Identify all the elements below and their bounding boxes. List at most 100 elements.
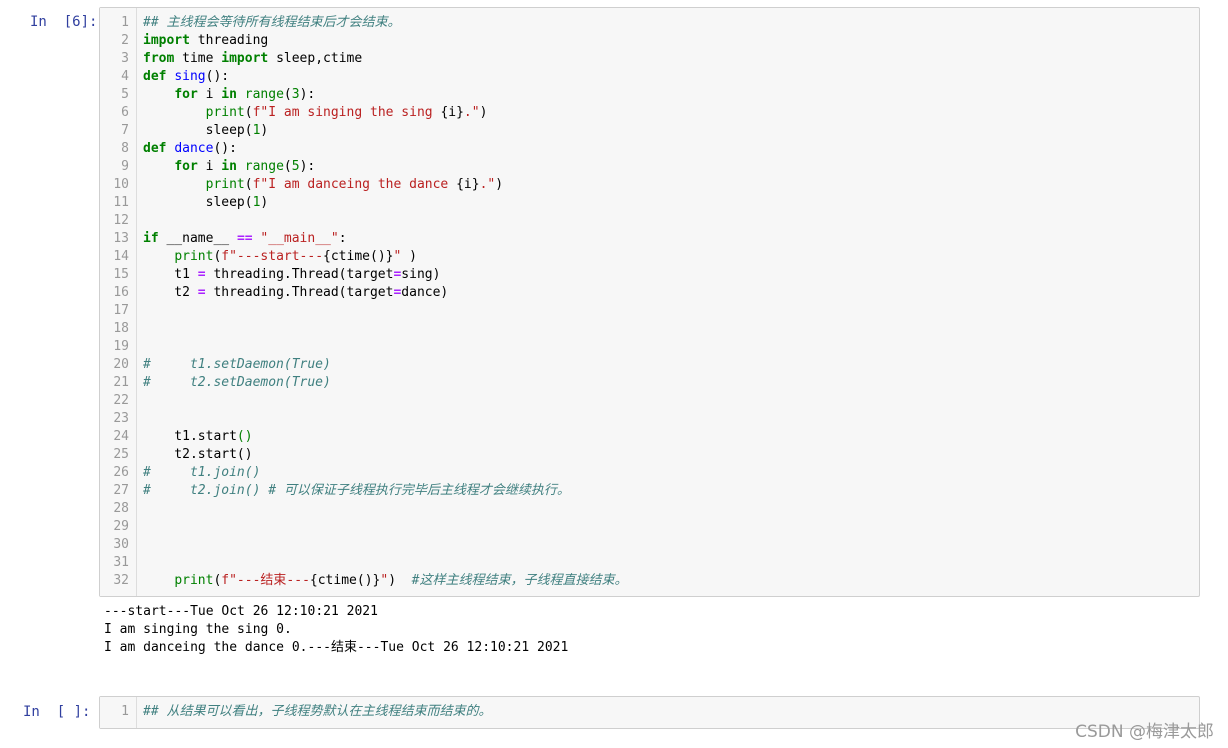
code-token: print: [174, 573, 214, 588]
code-line[interactable]: 23: [100, 410, 1190, 428]
code-line[interactable]: 27 # t2.join() # 可以保证子线程执行完毕后主线程才会继续执行。: [100, 482, 1190, 500]
code-line[interactable]: 4 def sing():: [100, 68, 1190, 86]
output-line: ---start---Tue Oct 26 12:10:21 2021: [104, 604, 378, 619]
code-token: range: [244, 159, 284, 174]
code-text: def sing():: [143, 68, 229, 86]
line-number: 28: [113, 501, 129, 516]
code-token: __name__: [158, 231, 237, 246]
code-text: t1 = threading.Thread(target=sing): [143, 266, 440, 284]
line-number: 17: [113, 303, 129, 318]
code-text: # t2.setDaemon(True): [143, 374, 331, 392]
line-number: 31: [113, 555, 129, 570]
code-token: {ctime()}: [323, 249, 394, 264]
code-line[interactable]: 1 ## 从结果可以看出，子线程势默认在主线程结束而结束的。: [100, 703, 1190, 721]
code-cell-1-editor[interactable]: 1 ## 主线程会等待所有线程结束后才会结束。 2 import threading 3…: [99, 7, 1200, 597]
code-token: # t1.join(): [143, 465, 261, 480]
code-token: threading: [189, 33, 269, 48]
code-line[interactable]: 17: [100, 302, 1190, 320]
code-token: (: [283, 159, 292, 174]
code-token: sleep,ctime: [268, 51, 363, 66]
code-token: ==: [236, 231, 253, 246]
code-token: import: [221, 51, 269, 66]
code-line[interactable]: 18: [100, 320, 1190, 338]
line-number: 18: [113, 321, 129, 336]
code-line[interactable]: 13 if __name__ == "__main__":: [100, 230, 1190, 248]
code-token: :: [338, 231, 347, 246]
code-line[interactable]: 3 from time import sleep,ctime: [100, 50, 1190, 68]
line-number: 2: [121, 33, 129, 48]
code-token: for: [174, 87, 198, 102]
code-line[interactable]: 9 for i in range(5):: [100, 158, 1190, 176]
code-token: f"I am singing the sing: [252, 105, 441, 120]
code-token: if: [143, 231, 159, 246]
code-token: f"---start---: [221, 249, 324, 264]
code-token: print: [174, 249, 214, 264]
code-text: t1.start(): [143, 428, 253, 446]
code-line[interactable]: 15 t1 = threading.Thread(target=sing): [100, 266, 1190, 284]
cell-2-prompt: In [ ]:: [23, 704, 91, 720]
code-token: for: [174, 159, 198, 174]
line-number: 8: [121, 141, 129, 156]
line-number: 16: [113, 285, 129, 300]
code-text: import threading: [143, 32, 268, 50]
line-number: 6: [121, 105, 129, 120]
code-token: (): [236, 429, 253, 444]
code-token: i: [197, 159, 222, 174]
code-token: range: [244, 87, 284, 102]
code-token: ): [260, 123, 269, 138]
code-token: dance): [401, 285, 449, 300]
code-line[interactable]: 29: [100, 518, 1190, 536]
code-line[interactable]: 12: [100, 212, 1190, 230]
code-line[interactable]: 19: [100, 338, 1190, 356]
code-token: def: [143, 141, 167, 156]
code-line[interactable]: 24 t1.start(): [100, 428, 1190, 446]
code-token: t1: [143, 267, 198, 282]
code-line[interactable]: 20 # t1.setDaemon(True): [100, 356, 1190, 374]
code-line[interactable]: 28: [100, 500, 1190, 518]
code-token: {ctime()}: [309, 573, 381, 588]
code-line[interactable]: 7 sleep(1): [100, 122, 1190, 140]
code-token: sleep(: [143, 195, 253, 210]
code-token: in: [221, 87, 237, 102]
code-line[interactable]: 14 print(f"---start---{ctime()}" ): [100, 248, 1190, 266]
code-line[interactable]: 32 print(f"---结束---{ctime()}") #这样主线程结束，…: [100, 572, 1190, 590]
code-text: print(f"---结束---{ctime()}") #这样主线程结束，子线程…: [143, 572, 628, 590]
code-line[interactable]: 1 ## 主线程会等待所有线程结束后才会结束。: [100, 14, 1190, 32]
code-token: #这样主线程结束，子线程直接结束。: [411, 573, 628, 588]
code-text: if __name__ == "__main__":: [143, 230, 347, 248]
code-token: ## 主线程会等待所有线程结束后才会结束。: [143, 15, 401, 30]
code-line[interactable]: 22: [100, 392, 1190, 410]
code-line[interactable]: 11 sleep(1): [100, 194, 1190, 212]
code-token: (: [283, 87, 292, 102]
code-line[interactable]: 31: [100, 554, 1190, 572]
code-text: sleep(1): [143, 194, 269, 212]
code-cell-2-editor[interactable]: 1 ## 从结果可以看出，子线程势默认在主线程结束而结束的。: [99, 696, 1200, 729]
code-line[interactable]: 26 # t1.join(): [100, 464, 1190, 482]
code-token: # t2.setDaemon(True): [143, 375, 331, 390]
code-line[interactable]: 6 print(f"I am singing the sing {i}."): [100, 104, 1190, 122]
line-number: 10: [113, 177, 129, 192]
code-token: print: [205, 177, 245, 192]
code-line[interactable]: 2 import threading: [100, 32, 1190, 50]
code-text: print(f"I am singing the sing {i}."): [143, 104, 488, 122]
line-number: 32: [113, 573, 129, 588]
code-token: threading.Thread(target: [205, 267, 394, 282]
line-number: 19: [113, 339, 129, 354]
code-token: def: [143, 69, 167, 84]
csdn-watermark: CSDN @梅津太郎: [1075, 722, 1214, 742]
code-token: t2.start(): [143, 447, 253, 462]
code-line[interactable]: 21 # t2.setDaemon(True): [100, 374, 1190, 392]
code-line[interactable]: 30: [100, 536, 1190, 554]
code-line[interactable]: 5 for i in range(3):: [100, 86, 1190, 104]
code-line[interactable]: 25 t2.start(): [100, 446, 1190, 464]
code-token: 5: [291, 159, 300, 174]
code-line[interactable]: 8 def dance():: [100, 140, 1190, 158]
line-number: 5: [121, 87, 129, 102]
code-token: sleep(: [143, 123, 253, 138]
code-line[interactable]: 16 t2 = threading.Thread(target=dance): [100, 284, 1190, 302]
code-line[interactable]: 10 print(f"I am danceing the dance {i}."…: [100, 176, 1190, 194]
code-token: ): [401, 249, 417, 264]
